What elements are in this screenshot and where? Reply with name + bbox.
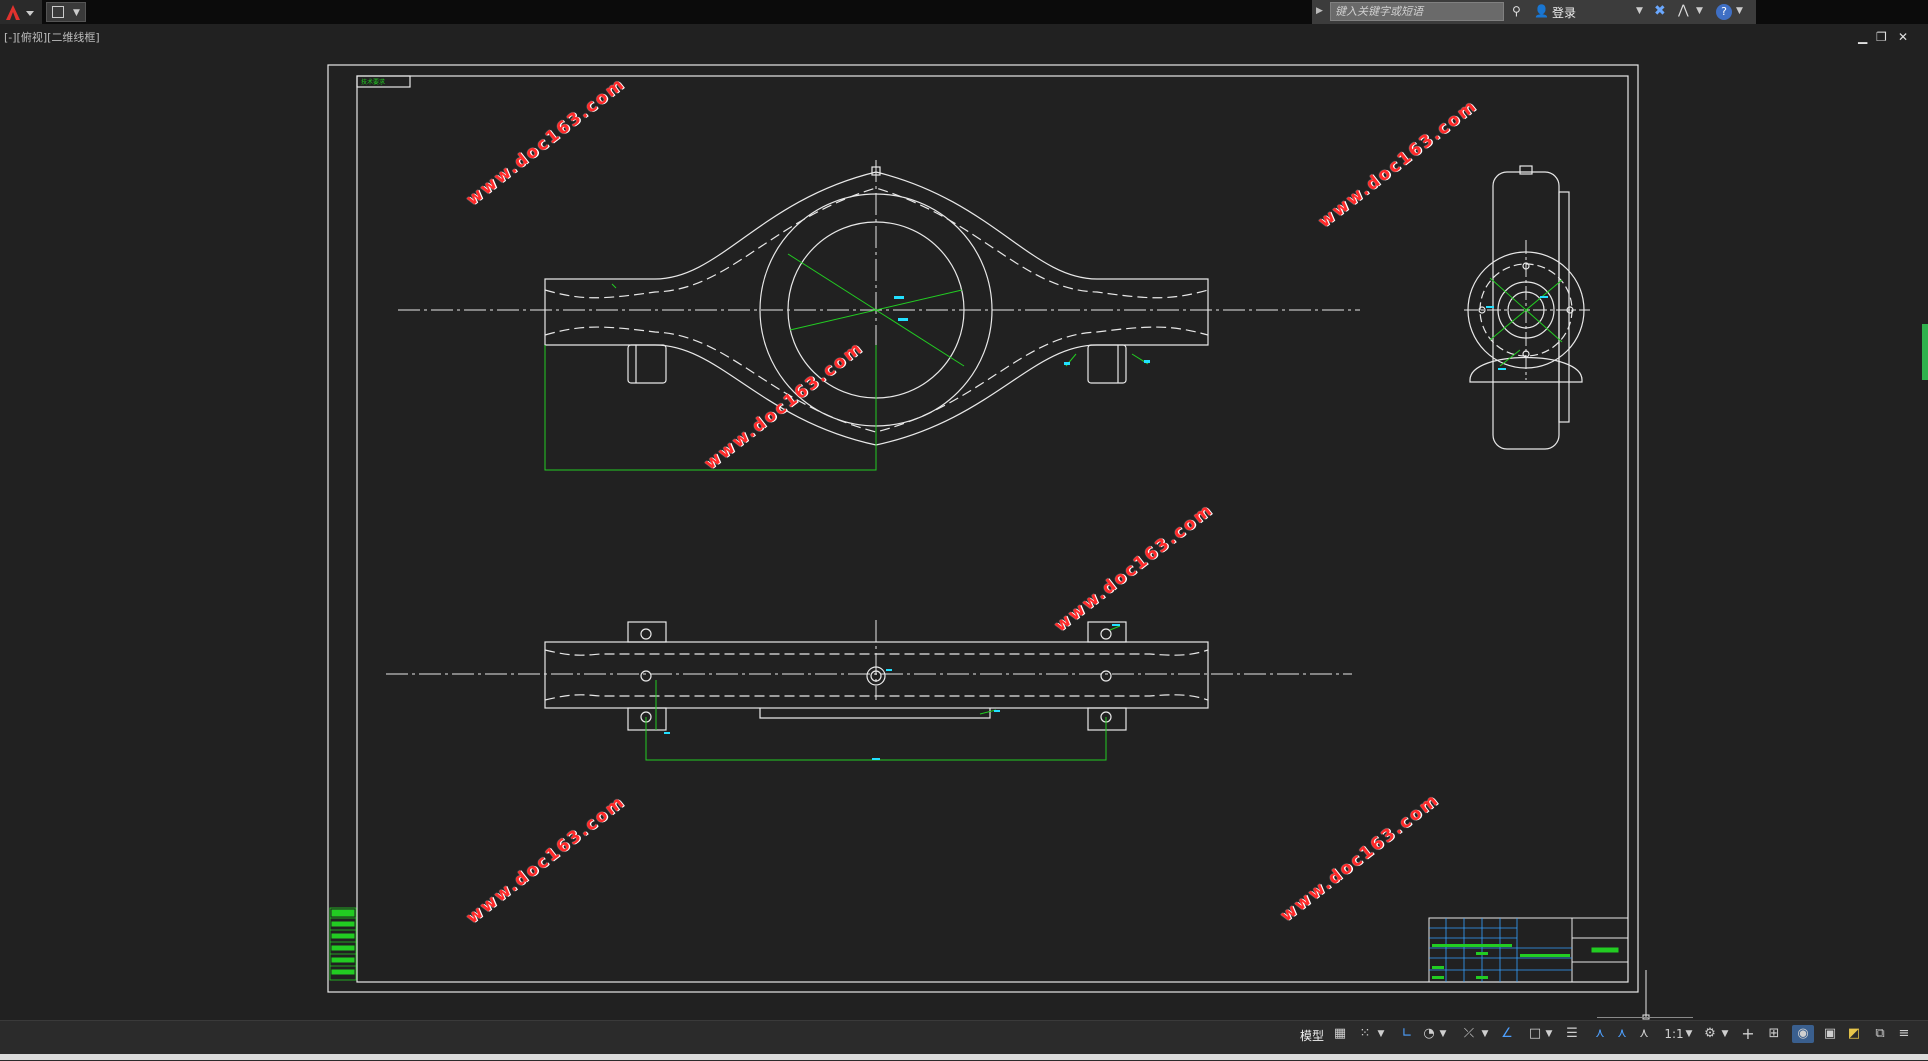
front-view <box>398 160 1360 446</box>
snap-icon[interactable]: ⁙ <box>1354 1025 1376 1043</box>
revision-block <box>329 907 357 981</box>
autoscale-icon[interactable]: ⋏ <box>1612 1025 1632 1043</box>
status-bar-edge <box>0 1054 1928 1060</box>
model-space-button[interactable]: 模型 <box>1300 1027 1324 1044</box>
clean-screen-icon[interactable]: ◩ <box>1844 1025 1864 1043</box>
chevron-down-icon[interactable]: ▼ <box>1684 1025 1694 1043</box>
isolate-icon[interactable]: ◉ <box>1792 1025 1814 1043</box>
drawing-canvas[interactable] <box>0 0 1928 1060</box>
polar-icon[interactable]: ◔ <box>1420 1025 1438 1043</box>
title-block-text-marks <box>1432 944 1570 979</box>
sheet-outer-border <box>327 64 1639 993</box>
workspace-gear-icon[interactable]: ⚙ <box>1700 1025 1720 1043</box>
grid-icon[interactable]: ▦ <box>1332 1025 1348 1043</box>
chevron-down-icon[interactable]: ▼ <box>1480 1025 1490 1043</box>
annotation-scale-icon[interactable]: ⋏ <box>1634 1025 1654 1043</box>
side-view <box>1464 165 1590 450</box>
technical-requirements-label: 技术要求 <box>361 79 386 86</box>
osnap-icon[interactable]: ⤫ <box>1460 1025 1478 1043</box>
chevron-down-icon[interactable]: ▼ <box>1720 1025 1730 1043</box>
customize-icon[interactable]: ≡ <box>1894 1025 1914 1043</box>
ortho-icon[interactable]: ∟ <box>1398 1025 1416 1043</box>
dimension-text-marks <box>664 296 1548 760</box>
top-view <box>386 620 1352 731</box>
transparency-icon[interactable]: ☰ <box>1562 1025 1582 1043</box>
chevron-down-icon[interactable]: ▼ <box>1438 1025 1448 1043</box>
plus-icon[interactable]: + <box>1738 1025 1758 1043</box>
hardware-accel-icon[interactable]: ▣ <box>1820 1025 1840 1043</box>
lineweight-icon[interactable]: □ <box>1526 1025 1544 1043</box>
scroll-indicator <box>1922 324 1928 380</box>
units-icon[interactable]: ⊞ <box>1764 1025 1784 1043</box>
otrack-icon[interactable]: ∠ <box>1498 1025 1516 1043</box>
layout-tab-divider <box>1597 1017 1693 1018</box>
annotation-visibility-icon[interactable]: ⋏ <box>1590 1025 1610 1043</box>
chevron-down-icon[interactable]: ▼ <box>1544 1025 1554 1043</box>
fullscreen-icon[interactable]: ⧉ <box>1870 1025 1890 1043</box>
chevron-down-icon[interactable]: ▼ <box>1376 1025 1386 1043</box>
